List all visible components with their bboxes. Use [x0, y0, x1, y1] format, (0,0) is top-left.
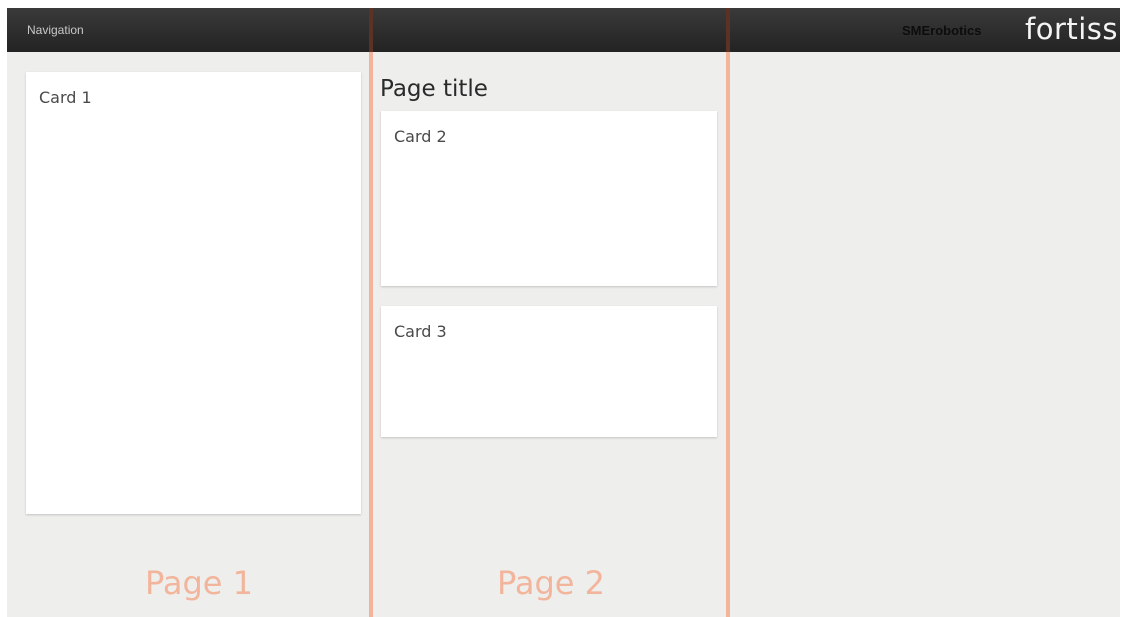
divider-bar-segment	[369, 8, 373, 52]
app-window: Navigation SMErobotics fortiss Card 1 Pa…	[7, 8, 1120, 617]
card-3[interactable]: Card 3	[381, 306, 717, 437]
fortiss-logo: fortiss	[1025, 12, 1119, 46]
card-1[interactable]: Card 1	[26, 72, 361, 514]
navigation-button[interactable]: Navigation	[27, 23, 84, 37]
card-2[interactable]: Card 2	[381, 111, 717, 286]
page-2-label: Page 2	[497, 564, 605, 602]
card-label: Card 3	[394, 322, 447, 341]
page-1-label: Page 1	[145, 564, 253, 602]
top-bar: Navigation SMErobotics fortiss	[7, 8, 1120, 52]
card-label: Card 2	[394, 127, 447, 146]
card-label: Card 1	[39, 88, 92, 107]
page-divider-2	[726, 8, 730, 617]
brand-name: SMErobotics	[902, 23, 982, 38]
page-divider-1	[369, 8, 373, 617]
page-title: Page title	[380, 76, 488, 102]
divider-bar-segment	[726, 8, 730, 52]
